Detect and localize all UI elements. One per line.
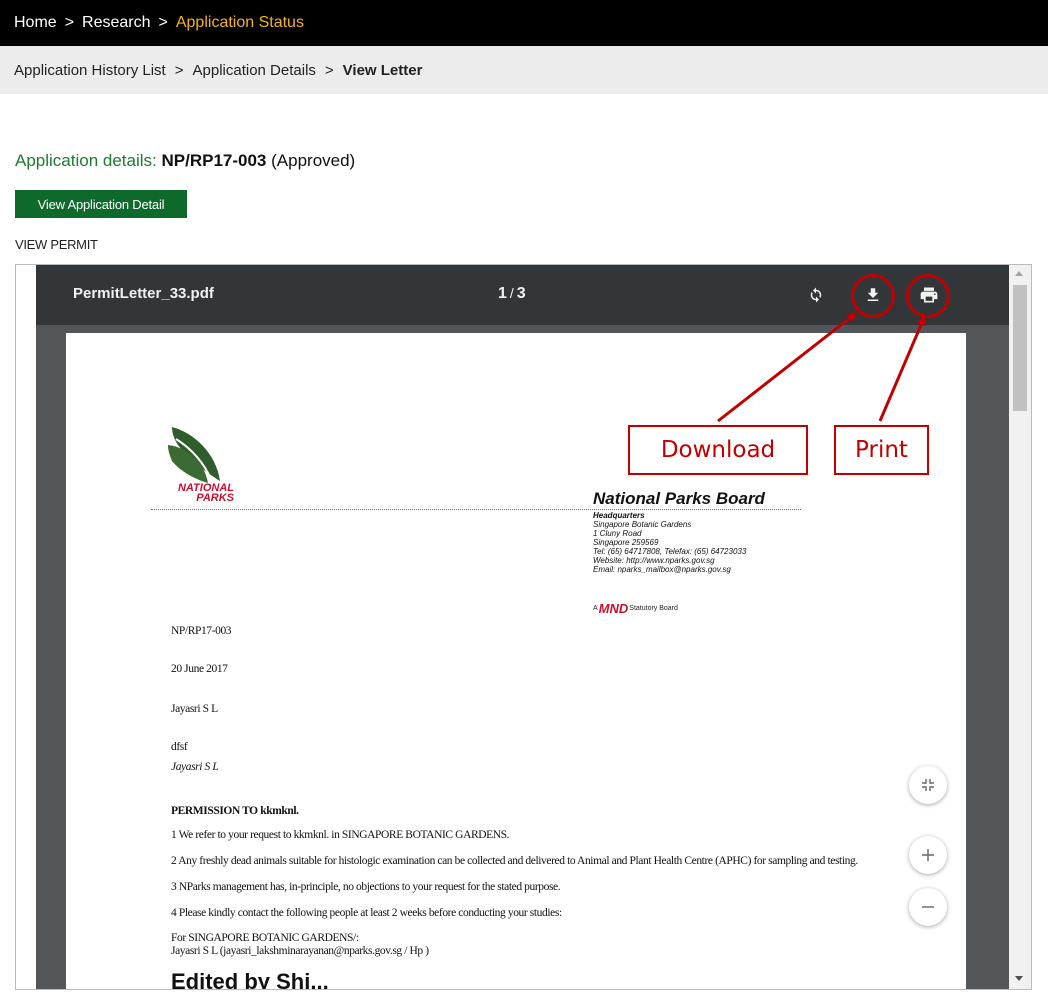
letter-paragraph: 3 NParks management has, in-principle, n… xyxy=(171,881,561,893)
print-highlight-circle xyxy=(906,274,950,318)
view-permit-label: VIEW PERMIT xyxy=(15,237,98,252)
mnd-statutory-board-mark: A MND Statutory Board xyxy=(593,601,678,616)
print-annotation-label: Print xyxy=(834,425,929,475)
pdf-page-indicator: 1/3 xyxy=(498,285,526,303)
fit-page-button[interactable] xyxy=(909,766,947,804)
mnd-logo: MND xyxy=(598,601,629,616)
leaf-logo-icon xyxy=(168,427,220,483)
letter-paragraph: 2 Any freshly dead animals suitable for … xyxy=(171,855,858,867)
hq-line: Singapore 259569 xyxy=(593,538,659,547)
breadcrumb-research-link[interactable]: Research xyxy=(82,14,150,32)
application-status: (Approved) xyxy=(271,151,356,170)
letter-reference: NP/RP17-003 xyxy=(171,625,232,637)
letter-paragraph: 1 We refer to your request to kkmknl. in… xyxy=(171,829,510,841)
logo-text-parks: PARKS xyxy=(196,492,234,504)
hq-line: Tel: (65) 64717808, Telefax: (65) 647230… xyxy=(593,547,747,556)
hq-line: Email: nparks_mailbox@nparks.gov.sg xyxy=(593,565,731,574)
letter-recipient-italic: Jayasri S L xyxy=(171,761,219,773)
fit-page-icon xyxy=(922,779,934,791)
board-title: National Parks Board xyxy=(593,489,765,508)
contact-line: Jayasri S L (jayasri_lakshminarayanan@np… xyxy=(171,945,429,957)
top-breadcrumb: Home > Research > Application Status xyxy=(0,0,1048,46)
pdf-current-page[interactable]: 1 xyxy=(498,285,507,302)
breadcrumb-home-link[interactable]: Home xyxy=(14,14,57,32)
letter-date: 20 June 2017 xyxy=(171,663,228,675)
pdf-page-separator: / xyxy=(509,285,514,301)
zoom-in-icon xyxy=(922,849,934,861)
pdf-viewer[interactable]: PermitLetter_33.pdf 1/3 NATIONAL PARKS N… xyxy=(36,265,1011,990)
sub-breadcrumb: Application History List > Application D… xyxy=(0,46,1048,94)
scrollbar[interactable] xyxy=(1009,265,1031,989)
application-code: NP/RP17-003 xyxy=(161,151,267,170)
breadcrumb-current-view-letter: View Letter xyxy=(342,61,423,79)
view-application-detail-button[interactable]: View Application Detail xyxy=(15,190,187,218)
partial-heading: Edited by Shi... xyxy=(171,969,329,990)
download-highlight-circle xyxy=(851,274,895,318)
letter-recipient: Jayasri S L xyxy=(171,703,218,715)
mnd-prefix: A xyxy=(593,605,598,612)
scroll-up-arrow-icon[interactable] xyxy=(1015,271,1023,276)
contact-line: For SINGAPORE BOTANIC GARDENS/: xyxy=(171,932,359,944)
breadcrumb-separator: > xyxy=(158,14,168,31)
application-details-prefix: Application details: xyxy=(15,151,157,170)
letterhead-divider xyxy=(151,509,801,510)
zoom-out-button[interactable] xyxy=(909,888,947,926)
hq-line: Website: http://www.nparks.gov.sg xyxy=(593,556,715,565)
pdf-page-sheet: NATIONAL PARKS National Parks Board Head… xyxy=(66,333,966,990)
zoom-in-button[interactable] xyxy=(909,836,947,874)
application-details-title: Application details: NP/RP17-003 (Approv… xyxy=(15,151,355,171)
rotate-icon[interactable] xyxy=(802,281,830,309)
breadcrumb-separator: > xyxy=(64,14,75,31)
headquarters-block: Headquarters Singapore Botanic Gardens 1… xyxy=(593,511,746,574)
permission-heading: PERMISSION TO kkmknl. xyxy=(171,805,299,817)
breadcrumb-application-details-link[interactable]: Application Details xyxy=(193,62,316,79)
hq-line: Singapore Botanic Gardens xyxy=(593,520,692,529)
mnd-suffix: Statutory Board xyxy=(629,605,678,612)
pdf-total-pages: 3 xyxy=(516,285,526,302)
hq-line: 1 Cluny Road xyxy=(593,529,642,538)
hq-title: Headquarters xyxy=(593,511,645,520)
letter-paragraph: 4 Please kindly contact the following pe… xyxy=(171,907,562,919)
nparks-logo: NATIONAL PARKS xyxy=(164,423,234,504)
scroll-thumb[interactable] xyxy=(1013,285,1027,411)
scroll-down-arrow-icon[interactable] xyxy=(1015,976,1023,981)
download-annotation-label: Download xyxy=(628,425,808,475)
breadcrumb-separator: > xyxy=(324,61,334,79)
breadcrumb-separator: > xyxy=(174,61,184,79)
zoom-out-icon xyxy=(922,906,934,908)
pdf-viewer-frame: PermitLetter_33.pdf 1/3 NATIONAL PARKS N… xyxy=(15,264,1032,990)
breadcrumb-current: Application Status xyxy=(175,14,304,31)
breadcrumb-history-list-link[interactable]: Application History List xyxy=(14,62,166,79)
letter-line: dfsf xyxy=(171,741,188,753)
pdf-file-name: PermitLetter_33.pdf xyxy=(73,285,214,302)
